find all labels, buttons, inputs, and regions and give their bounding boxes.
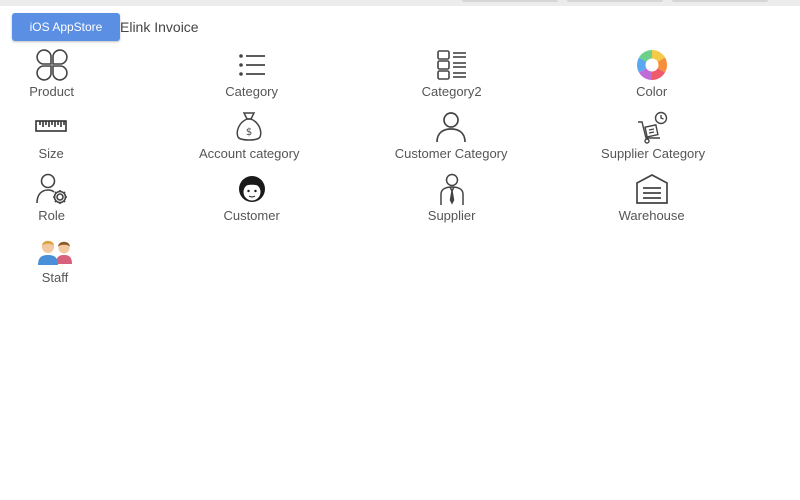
user-gear-icon	[34, 172, 70, 206]
menu-item-product[interactable]: Product	[0, 48, 103, 110]
businessman-icon	[434, 172, 470, 206]
menu-item-warehouse[interactable]: Warehouse	[503, 172, 800, 234]
menu-item-size[interactable]: Size	[0, 110, 102, 172]
hand-truck-icon	[635, 110, 671, 144]
menu-item-category2[interactable]: Category2	[400, 48, 503, 110]
ruler-icon	[33, 110, 69, 144]
menu-row: Size $ Account category Customer Categor…	[0, 110, 800, 172]
menu-label: Role	[38, 208, 66, 223]
window-tab[interactable]	[567, 0, 663, 2]
grid-list-icon	[434, 48, 470, 82]
ios-appstore-button[interactable]: iOS AppStore	[12, 13, 120, 41]
list-icon	[234, 48, 270, 82]
person-outline-icon	[433, 110, 469, 144]
menu-item-customer[interactable]: Customer	[103, 172, 400, 234]
menu-item-staff[interactable]: Staff	[0, 234, 110, 296]
customer-face-icon	[234, 172, 270, 206]
menu-label: Category2	[421, 84, 482, 99]
window-tab[interactable]	[672, 0, 768, 2]
menu-row: Product Category Category2 Color	[0, 48, 800, 110]
menu-row: Staff	[0, 234, 800, 296]
menu-label: Supplier	[427, 208, 476, 223]
menu-label: Customer	[223, 208, 280, 223]
menu-label: Supplier Category	[601, 146, 706, 161]
menu-item-supplier-category[interactable]: Supplier Category	[506, 110, 800, 172]
menu-item-customer-category[interactable]: Customer Category	[394, 110, 508, 172]
menu-item-account-category[interactable]: $ Account category	[102, 110, 396, 172]
svg-text:$: $	[246, 127, 252, 138]
menu-label: Warehouse	[618, 208, 685, 223]
app-title: Elink Invoice	[120, 19, 199, 35]
menu-grid: Product Category Category2 Color Size $ …	[0, 48, 800, 296]
menu-label: Customer Category	[394, 146, 508, 161]
clover-icon	[34, 48, 70, 82]
window-tab[interactable]	[462, 0, 558, 2]
menu-label: Category	[225, 84, 279, 99]
warehouse-icon	[634, 172, 670, 206]
menu-label: Staff	[41, 270, 69, 285]
menu-item-role[interactable]: Role	[0, 172, 103, 234]
menu-label: Account category	[199, 146, 300, 161]
menu-item-supplier[interactable]: Supplier	[400, 172, 503, 234]
color-wheel-icon	[634, 48, 670, 82]
money-bag-icon: $	[231, 110, 267, 144]
menu-label: Product	[29, 84, 75, 99]
menu-item-color[interactable]: Color	[503, 48, 800, 110]
staff-people-icon	[37, 234, 73, 268]
menu-label: Color	[636, 84, 668, 99]
menu-row: Role Customer Supplier Warehouse	[0, 172, 800, 234]
menu-item-category[interactable]: Category	[103, 48, 400, 110]
menu-label: Size	[38, 146, 64, 161]
